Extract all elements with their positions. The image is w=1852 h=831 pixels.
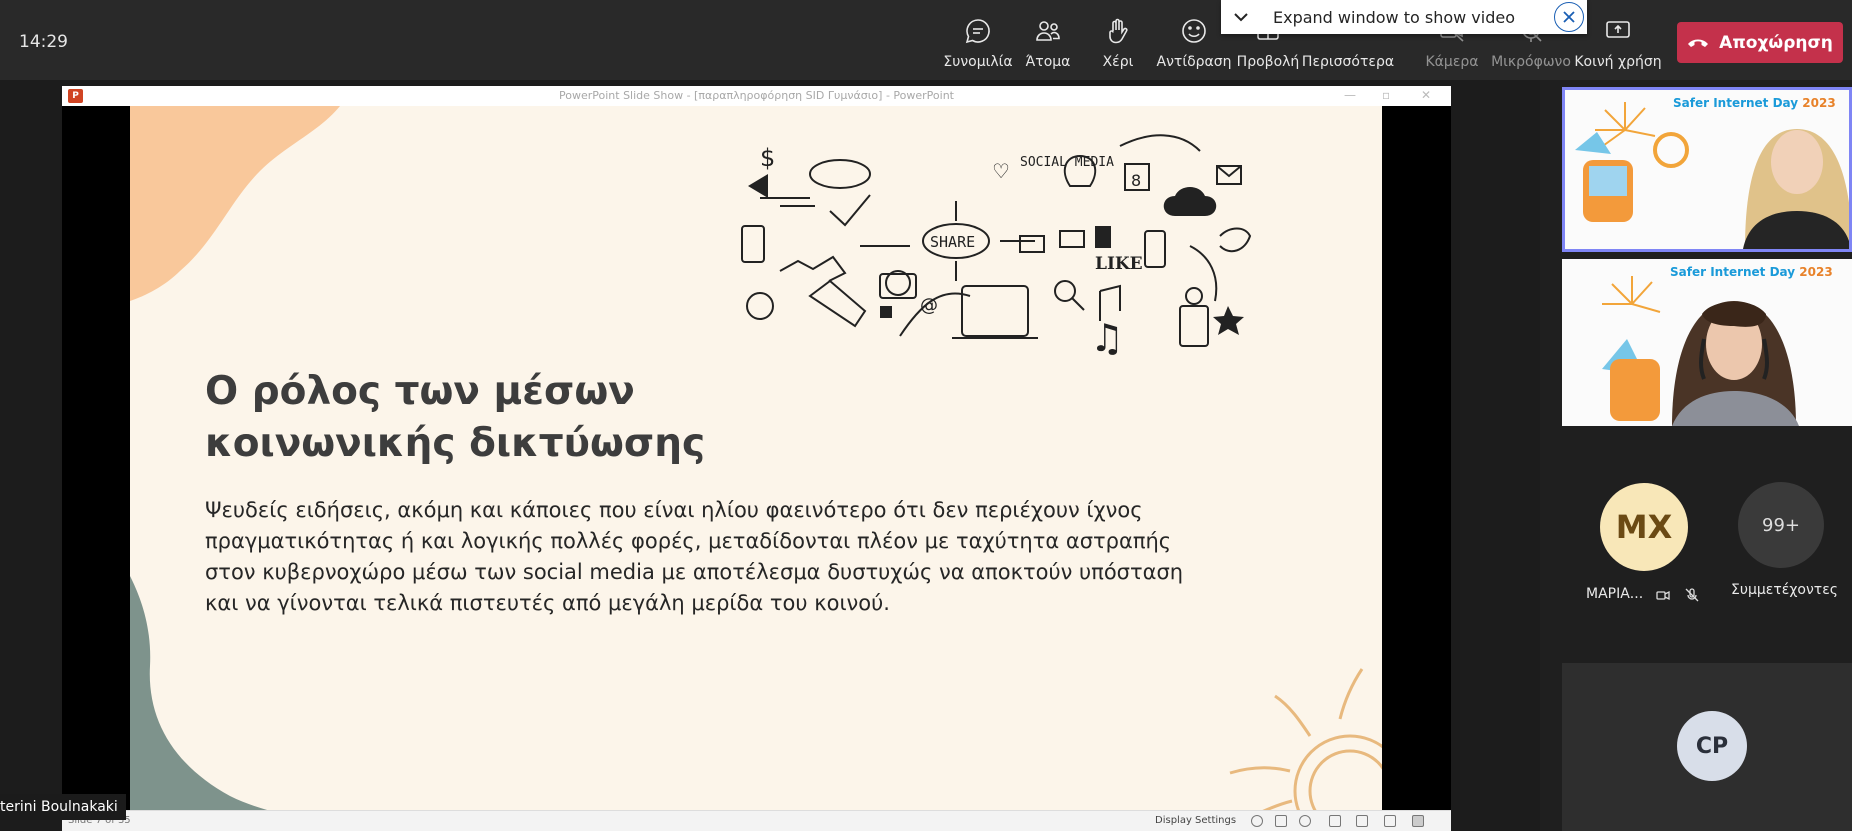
powerpoint-window: P PowerPoint Slide Show - [παραπληροφόρη… xyxy=(62,86,1451,831)
participant-video-1[interactable]: Safer Internet Day 2023 xyxy=(1562,87,1852,252)
view-label: Προβολή xyxy=(1236,54,1300,70)
decorative-peach-blob xyxy=(130,106,340,301)
doodle-share-text: SHARE xyxy=(930,233,975,251)
dollar-icon: $ xyxy=(760,144,775,172)
participants-label: Συμμετέχοντες xyxy=(1731,582,1839,598)
camera-off-small-icon xyxy=(1656,590,1670,601)
people-icon xyxy=(1036,21,1060,41)
meeting-timer: 14:29 xyxy=(19,32,68,52)
share-label: Κοινή χρήση xyxy=(1574,54,1662,70)
play-icon[interactable] xyxy=(1299,815,1311,827)
video-feed-woman-blonde xyxy=(1565,90,1849,249)
sid-year: 2023 xyxy=(1799,265,1833,279)
people-label: Άτομα xyxy=(1025,54,1071,70)
normal-view-icon[interactable] xyxy=(1329,815,1341,827)
close-icon[interactable] xyxy=(1554,2,1584,32)
safer-internet-day-logo: Safer Internet Day 2023 xyxy=(1673,96,1836,110)
sid-banner-text: Safer Internet Day xyxy=(1673,96,1799,110)
leave-button[interactable]: Αποχώρηση xyxy=(1677,22,1843,63)
minimize-icon[interactable]: — xyxy=(1344,88,1356,102)
sid-year: 2023 xyxy=(1802,96,1836,110)
reading-view-icon[interactable] xyxy=(1384,815,1396,827)
accessibility-icon[interactable] xyxy=(1251,815,1263,827)
microphone-label: Μικρόφωνο xyxy=(1491,54,1571,70)
slide: SHARE SOCIAL MEDIA LIKE 8 $ @ ♫ ♡ Ο ρόλο… xyxy=(130,106,1382,810)
hand-icon xyxy=(1109,18,1128,44)
powerpoint-window-title: PowerPoint Slide Show - [παραπληροφόρηση… xyxy=(559,89,954,102)
safer-internet-day-logo: Safer Internet Day 2023 xyxy=(1670,265,1833,279)
chat-icon xyxy=(965,19,990,44)
chat-label: Συνομιλία xyxy=(943,54,1013,70)
more-participants-button[interactable]: 99+ xyxy=(1738,482,1824,568)
window-close-icon[interactable]: ✕ xyxy=(1421,88,1431,102)
raise-hand-label: Χέρι xyxy=(1102,54,1134,70)
slide-sorter-icon[interactable] xyxy=(1356,815,1368,827)
leave-label: Αποχώρηση xyxy=(1719,32,1833,53)
react-label: Αντίδραση xyxy=(1156,54,1232,70)
maximize-icon[interactable]: ▫ xyxy=(1382,88,1390,102)
doodle-like-text: LIKE xyxy=(1095,254,1143,274)
music-note-icon: ♫ xyxy=(1090,316,1124,360)
share-button[interactable]: Κοινή χρήση xyxy=(1574,14,1662,74)
video-feed-woman-headset xyxy=(1562,259,1852,426)
participant-name-maria: ΜΑΡΙΑ... xyxy=(1586,586,1644,602)
at-icon: @ xyxy=(920,295,938,316)
expand-window-text: Expand window to show video xyxy=(1273,7,1515,27)
doodle-social-media-text: SOCIAL MEDIA xyxy=(1020,155,1114,170)
heart-icon: ♡ xyxy=(992,159,1010,183)
decorative-sun xyxy=(1229,668,1382,810)
avatar-mx[interactable]: MX xyxy=(1600,483,1688,571)
more-label: Περισσότερα xyxy=(1301,54,1395,70)
share-screen-icon xyxy=(1606,21,1630,38)
mic-off-small-icon xyxy=(1685,588,1699,602)
raise-hand-button[interactable]: Χέρι xyxy=(1074,14,1162,74)
participant-video-2[interactable]: Safer Internet Day 2023 xyxy=(1562,259,1852,426)
doodle-calendar-number: 8 xyxy=(1131,171,1141,190)
smiley-icon xyxy=(1182,19,1206,43)
powerpoint-statusbar: Slide 7 of 35 Display Settings xyxy=(62,810,1451,831)
slideshow-view-icon[interactable] xyxy=(1412,815,1424,827)
phone-hangup-icon xyxy=(1688,39,1709,47)
notes-icon[interactable] xyxy=(1275,815,1287,827)
avatar-cp: CP xyxy=(1677,711,1747,781)
social-media-doodle-illustration: SHARE SOCIAL MEDIA LIKE 8 $ @ ♫ ♡ xyxy=(741,134,1252,360)
slide-title: Ο ρόλος των μέσων κοινωνικής δικτύωσης xyxy=(205,369,706,466)
chevron-down-icon[interactable] xyxy=(1221,12,1261,22)
powerpoint-titlebar: P PowerPoint Slide Show - [παραπληροφόρη… xyxy=(62,86,1451,106)
camera-label: Κάμερα xyxy=(1425,54,1479,70)
slide-body-text: Ψευδείς ειδήσεις, ακόμη και κάποιες που … xyxy=(205,498,1184,615)
expand-window-banner: Expand window to show video xyxy=(1221,0,1587,34)
sid-banner-text: Safer Internet Day xyxy=(1670,265,1796,279)
display-settings-button[interactable]: Display Settings xyxy=(1155,815,1236,826)
presenter-name-tag: terini Boulnakaki xyxy=(0,794,126,820)
